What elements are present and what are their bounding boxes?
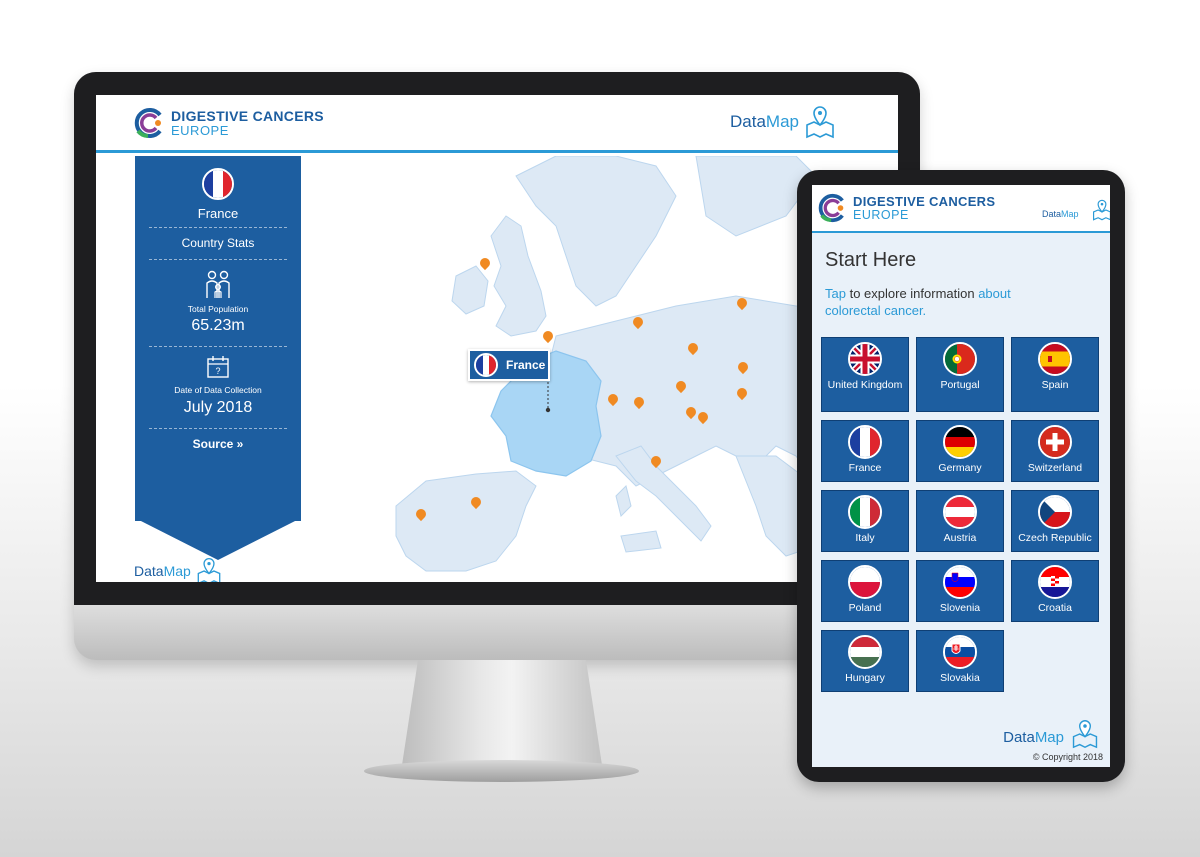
tablet-brand-logo[interactable]: DIGESTIVE CANCERS EUROPE [818, 193, 995, 223]
tablet-brand-line2: EUROPE [853, 207, 909, 222]
brand-name-line1: DIGESTIVE CANCERS [171, 108, 324, 124]
country-tile-fr[interactable]: France [821, 420, 909, 482]
country-tile-label: Poland [848, 602, 882, 614]
tablet-datamap-part1: Data [1042, 209, 1062, 219]
tablet-footer-datamap-part1: Data [1003, 728, 1035, 746]
map-pin-icon [806, 106, 834, 139]
calendar-icon: ? [207, 356, 229, 378]
start-here-title: Start Here [825, 249, 917, 271]
tablet-footer-datamap[interactable]: Data Map [1003, 720, 1100, 749]
map-pin-icon [1092, 199, 1110, 221]
country-tile-label: Austria [943, 532, 977, 544]
date-value: July 2018 [183, 399, 253, 416]
country-tile-label: Hungary [845, 672, 885, 684]
map-pin-icon [197, 557, 221, 582]
country-tile-ch[interactable]: Switzerland [1011, 420, 1099, 482]
france-flag-icon [202, 168, 234, 200]
country-tile-si[interactable]: Slovenia [916, 560, 1004, 622]
sidebar-divider [149, 346, 287, 347]
sidebar-divider [149, 428, 287, 429]
country-tile-pt[interactable]: Portugal [916, 337, 1004, 412]
map-country-callout[interactable]: France [468, 349, 550, 381]
country-tile-de[interactable]: Germany [916, 420, 1004, 482]
monitor-chin [74, 605, 920, 660]
tablet-datamap-part2: Map [1061, 209, 1079, 219]
desktop-header: DIGESTIVE CANCERS EUROPE Data Map [96, 95, 898, 153]
intro-tap: Tap [825, 286, 846, 301]
date-label: Date of Data Collection [174, 385, 262, 395]
at-flag-icon [943, 495, 977, 529]
country-sidebar: France Country Stats Total Population 65… [135, 156, 301, 521]
map-callout-label: France [506, 358, 546, 372]
country-tile-label: Slovenia [939, 602, 981, 614]
brand-logo-icon [818, 193, 844, 223]
country-tile-sk[interactable]: Slovakia [916, 630, 1004, 692]
country-tile-label: Slovakia [940, 672, 980, 684]
footer-datamap-logo[interactable]: Data Map [134, 557, 223, 582]
country-tile-es[interactable]: Spain [1011, 337, 1099, 412]
country-tile-label: Switzerland [1027, 462, 1083, 474]
desktop-screen: DIGESTIVE CANCERS EUROPE Data Map France… [96, 95, 898, 582]
source-link[interactable]: Source » [135, 437, 301, 451]
ch-flag-icon [1038, 425, 1072, 459]
country-tile-label: Germany [938, 462, 982, 474]
monitor-stand [402, 660, 602, 765]
family-icon [206, 270, 230, 298]
brand-name-line2: EUROPE [171, 123, 229, 138]
brand-logo[interactable]: DIGESTIVE CANCERS EUROPE [134, 107, 324, 139]
tablet-brand-line1: DIGESTIVE CANCERS [853, 193, 996, 209]
map-pin-icon [1072, 720, 1098, 749]
hr-flag-icon [1038, 565, 1072, 599]
population-value: 65.23m [191, 317, 245, 334]
fr-flag-icon [848, 425, 882, 459]
tablet-footer-datamap-part2: Map [1034, 728, 1064, 746]
country-tile-hu[interactable]: Hungary [821, 630, 909, 692]
country-tile-label: Spain [1041, 379, 1069, 391]
country-tile-pl[interactable]: Poland [821, 560, 909, 622]
copyright: © Copyright 2018 [1032, 752, 1103, 762]
sk-flag-icon [943, 635, 977, 669]
tablet-datamap-logo[interactable]: Data Map [1042, 199, 1110, 221]
uk-flag-icon [848, 342, 882, 376]
brand-logo-icon [134, 108, 162, 138]
monitor-stand-base [364, 760, 639, 782]
country-tile-at[interactable]: Austria [916, 490, 1004, 552]
country-tile-label: Portugal [940, 379, 980, 391]
country-tile-label: France [848, 462, 882, 474]
tablet-header: DIGESTIVE CANCERS EUROPE Data Map [812, 185, 1110, 233]
country-tile-label: Italy [855, 532, 875, 544]
calendar-glyph: ? [215, 366, 220, 376]
es-flag-icon [1038, 342, 1072, 376]
country-tile-cz[interactable]: Czech Republic [1011, 490, 1099, 552]
it-flag-icon [848, 495, 882, 529]
country-stats-link[interactable]: Country Stats [135, 236, 301, 250]
sidebar-country-name: France [197, 206, 239, 221]
country-tile-label: Czech Republic [1018, 532, 1092, 544]
france-flag-icon [474, 353, 498, 377]
tablet-screen: DIGESTIVE CANCERS EUROPE Data Map Start H… [812, 185, 1110, 767]
country-tile-it[interactable]: Italy [821, 490, 909, 552]
cz-flag-icon [1038, 495, 1072, 529]
footer-datamap-part1: Data [134, 563, 164, 579]
footer-datamap-part2: Map [163, 563, 191, 579]
pt-flag-icon [943, 342, 977, 376]
sidebar-divider [149, 259, 287, 260]
datamap-logo[interactable]: Data Map [730, 105, 837, 139]
si-flag-icon [943, 565, 977, 599]
intro-middle: to explore information [845, 286, 979, 301]
start-intro-text: Tap to explore information about colorec… [825, 285, 1055, 319]
datamap-logo-part2: Map [765, 112, 799, 131]
pl-flag-icon [848, 565, 882, 599]
country-tile-uk[interactable]: United Kingdom [821, 337, 909, 412]
country-tile-label: United Kingdom [827, 379, 903, 391]
country-tile-label: Croatia [1038, 602, 1072, 614]
hu-flag-icon [848, 635, 882, 669]
de-flag-icon [943, 425, 977, 459]
datamap-logo-part1: Data [730, 112, 766, 131]
sidebar-divider [149, 227, 287, 228]
country-tile-hr[interactable]: Croatia [1011, 560, 1099, 622]
population-label: Total Population [187, 304, 249, 314]
